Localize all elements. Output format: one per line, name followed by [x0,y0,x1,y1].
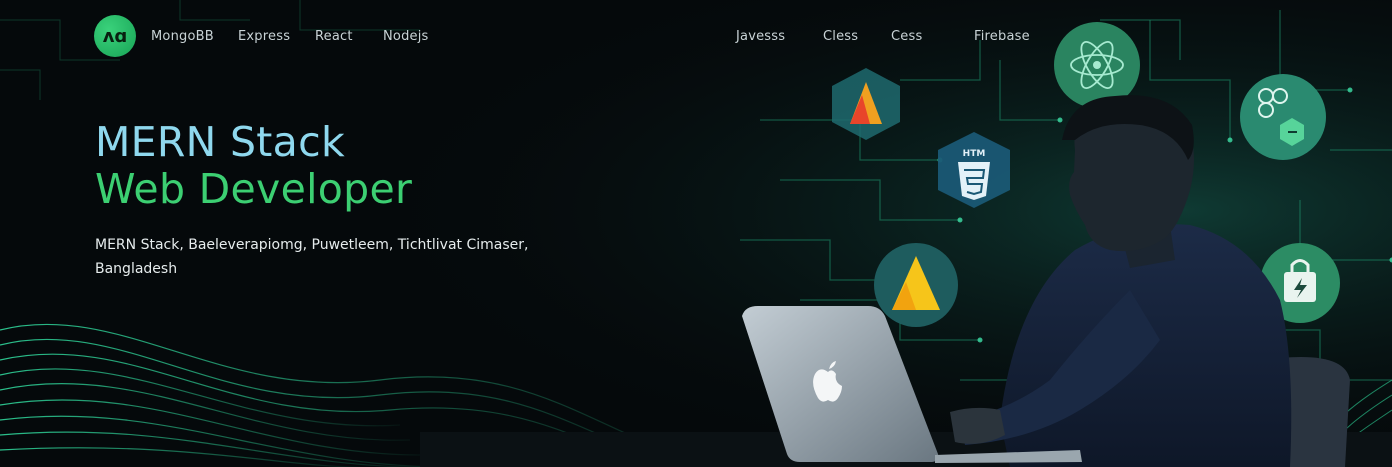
nav-link-javascript[interactable]: Javesss [736,29,785,44]
hero-subtitle-line-1: MERN Stack, Baeleverapiomg, Puwetleem, T… [95,237,529,253]
hero-title-line-2: Web Developer [95,165,413,213]
hero-subtitle: MERN Stack, Baeleverapiomg, Puwetleem, T… [95,233,575,281]
nav-link-express[interactable]: Express [238,29,290,44]
hero-subtitle-line-2: Bangladesh [95,261,178,277]
nav-link-css[interactable]: Cess [891,29,922,44]
nav-link-nodejs[interactable]: Nodejs [383,29,429,44]
nav-link-class[interactable]: Cless [823,29,858,44]
hero-title-line-1: MERN Stack [95,118,345,166]
nav-link-react[interactable]: React [315,29,353,44]
nav-link-firebase[interactable]: Firebase [974,29,1030,44]
nav-link-mongodb[interactable]: MongoBB [151,29,214,44]
mern-logo-icon[interactable]: ᴧɑ [94,15,136,57]
